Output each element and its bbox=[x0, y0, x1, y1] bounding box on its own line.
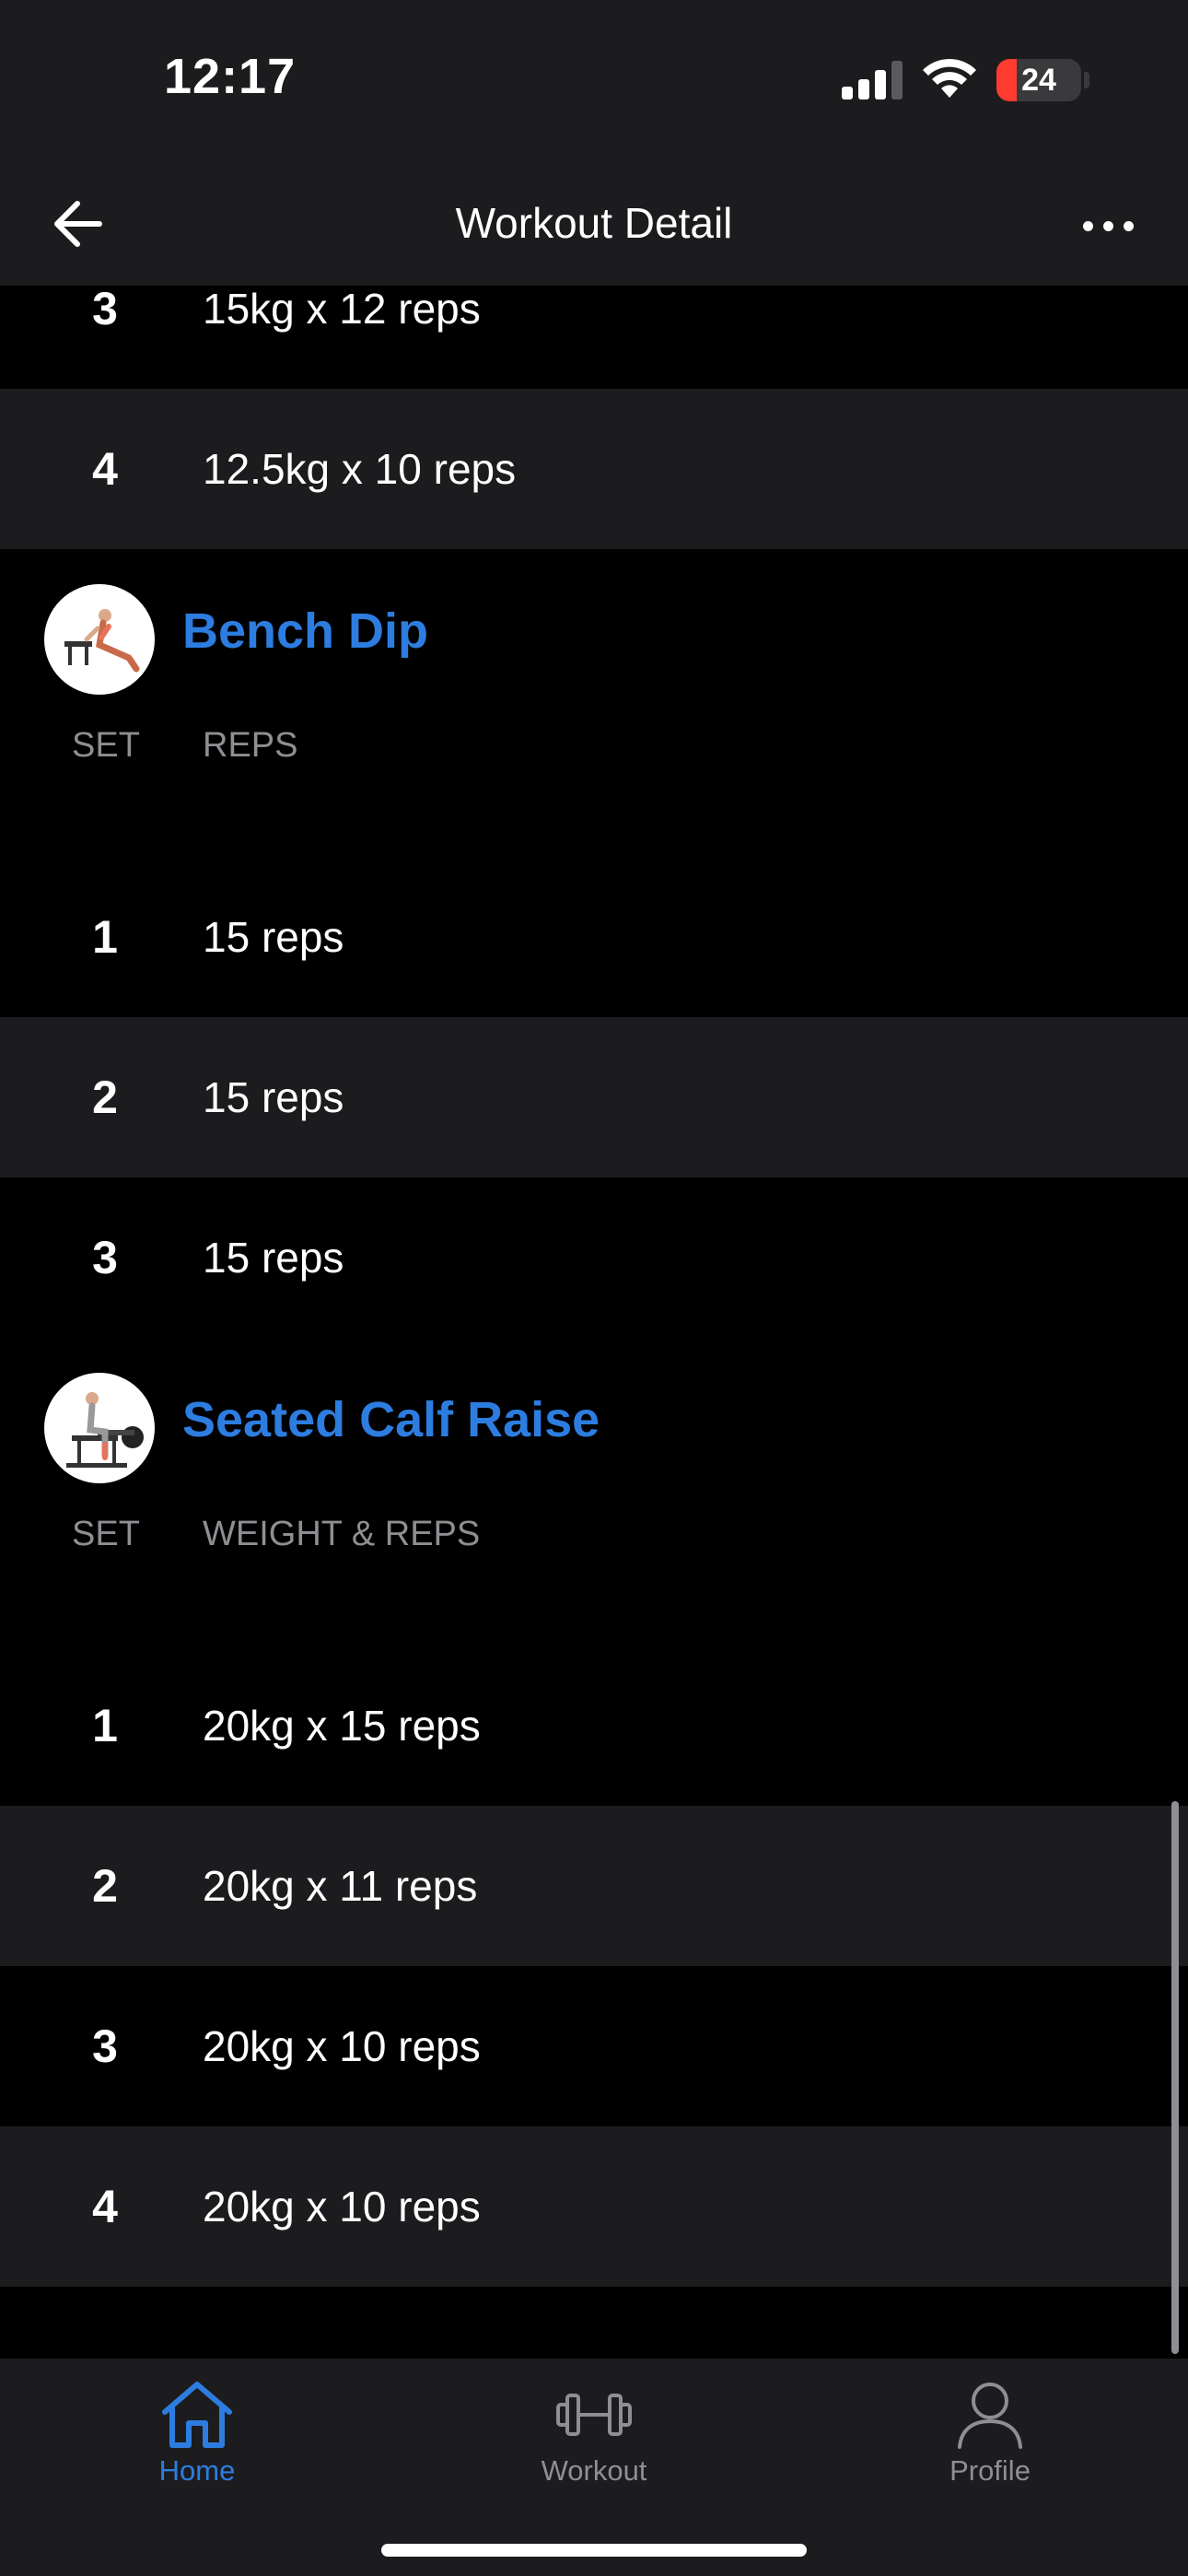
set-value: 15 reps bbox=[203, 913, 344, 961]
tab-profile[interactable]: Profile bbox=[898, 2377, 1082, 2515]
home-icon bbox=[162, 2382, 232, 2448]
tab-label: Profile bbox=[949, 2454, 1031, 2487]
column-value-label: REPS bbox=[203, 726, 298, 765]
exercise-name[interactable]: Bench Dip bbox=[182, 603, 428, 660]
status-time: 12:17 bbox=[164, 49, 297, 104]
battery-icon: 24 bbox=[996, 59, 1081, 101]
set-value: 20kg x 10 reps bbox=[203, 2183, 481, 2231]
dumbbell-icon bbox=[556, 2394, 632, 2436]
set-row: 4 20kg x 10 reps bbox=[0, 2126, 1188, 2287]
exercise-name[interactable]: Seated Calf Raise bbox=[182, 1391, 600, 1448]
set-number: 1 bbox=[92, 1700, 118, 1751]
person-icon bbox=[958, 2383, 1022, 2449]
column-header: SET WEIGHT & REPS bbox=[0, 1515, 1188, 1645]
column-header: SET REPS bbox=[0, 726, 1188, 857]
set-number: 3 bbox=[92, 2020, 118, 2072]
battery-tip bbox=[1084, 72, 1089, 88]
set-row: 2 15 reps bbox=[0, 1017, 1188, 1177]
tab-home[interactable]: Home bbox=[105, 2377, 289, 2515]
column-set-label: SET bbox=[72, 726, 140, 765]
set-number: 1 bbox=[92, 911, 118, 963]
set-number: 4 bbox=[92, 2181, 118, 2232]
set-value: 12.5kg x 10 reps bbox=[203, 445, 517, 493]
set-row: 1 15 reps bbox=[0, 857, 1188, 1017]
set-number: 4 bbox=[92, 443, 118, 495]
cellular-signal-icon bbox=[842, 61, 903, 100]
nav-bar: Workout Detail bbox=[0, 161, 1188, 286]
exercise-thumbnail-bench-dip bbox=[44, 584, 155, 695]
set-row: 4 12.5kg x 10 reps bbox=[0, 389, 1188, 549]
set-number: 2 bbox=[92, 1860, 118, 1912]
exercise-thumbnail-seated-calf-raise bbox=[44, 1373, 155, 1483]
set-row: 3 20kg x 10 reps bbox=[0, 1966, 1188, 2126]
exercise-header[interactable]: Bench Dip bbox=[0, 549, 1188, 746]
tab-label: Workout bbox=[541, 2454, 647, 2487]
home-indicator[interactable] bbox=[381, 2544, 807, 2557]
set-value: 20kg x 15 reps bbox=[203, 1702, 481, 1750]
set-number: 3 bbox=[92, 1232, 118, 1283]
tab-workout[interactable]: Workout bbox=[502, 2377, 686, 2515]
set-row: 3 15kg x 12 reps bbox=[0, 286, 1188, 389]
column-set-label: SET bbox=[72, 1515, 140, 1553]
status-bar: 12:17 24 bbox=[0, 0, 1188, 161]
battery-level-text: 24 bbox=[1021, 63, 1056, 98]
set-row: 2 20kg x 11 reps bbox=[0, 1806, 1188, 1966]
tab-label: Home bbox=[158, 2454, 236, 2487]
set-value: 20kg x 10 reps bbox=[203, 2022, 481, 2070]
set-number: 3 bbox=[92, 286, 118, 334]
set-value: 15 reps bbox=[203, 1234, 344, 1282]
page-title: Workout Detail bbox=[455, 199, 733, 247]
wifi-icon bbox=[923, 58, 976, 98]
workout-detail-list: 3 15kg x 12 reps 4 12.5kg x 10 reps Benc… bbox=[0, 286, 1188, 2359]
set-row: 1 20kg x 15 reps bbox=[0, 1645, 1188, 1806]
set-value: 15kg x 12 reps bbox=[203, 286, 481, 333]
scrollbar[interactable] bbox=[1171, 1801, 1179, 2354]
set-value: 20kg x 11 reps bbox=[203, 1862, 478, 1910]
exercise-header[interactable]: Seated Calf Raise bbox=[0, 1338, 1188, 1535]
column-value-label: WEIGHT & REPS bbox=[203, 1515, 481, 1553]
more-options-icon[interactable] bbox=[1076, 196, 1140, 252]
set-row: 3 15 reps bbox=[0, 1177, 1188, 1338]
set-value: 15 reps bbox=[203, 1073, 344, 1121]
set-number: 2 bbox=[92, 1071, 118, 1123]
